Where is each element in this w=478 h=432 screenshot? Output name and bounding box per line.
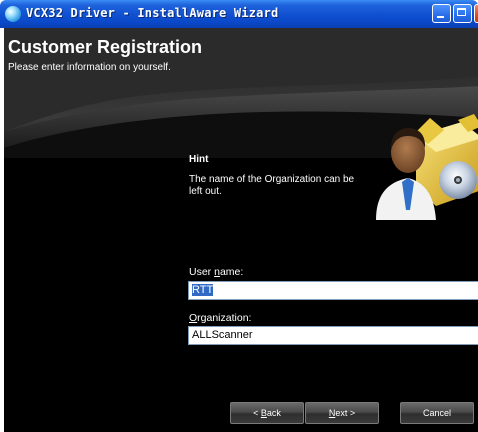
close-button[interactable] <box>474 4 478 23</box>
maximize-button[interactable] <box>453 4 472 23</box>
back-button[interactable]: < Back <box>230 402 304 424</box>
next-button[interactable]: Next > <box>305 402 379 424</box>
cancel-label: Cancel <box>422 408 451 418</box>
organization-label-accel: O <box>189 312 198 324</box>
next-label-post: ext > <box>335 408 356 418</box>
user-name-label-post: ame: <box>219 266 244 278</box>
minimize-button[interactable] <box>432 4 451 23</box>
organization-label: Organization: <box>189 312 251 324</box>
page-title: Customer Registration <box>8 37 203 57</box>
window-title: VCX32 Driver - InstallAware Wizard <box>26 6 279 20</box>
user-name-input[interactable]: RTT <box>188 281 478 300</box>
cancel-button[interactable]: Cancel <box>400 402 474 424</box>
back-label-pre: < <box>253 408 261 418</box>
user-name-label-pre: User <box>189 266 215 278</box>
page-subtitle: Please enter information on yourself. <box>8 62 171 73</box>
hint-text: The name of the Organization can be left… <box>189 174 355 197</box>
user-name-label: User name: <box>189 266 243 278</box>
back-label-post: ack <box>266 408 281 418</box>
hint-title: Hint <box>189 154 209 165</box>
user-with-software-box-illustration <box>376 114 478 220</box>
organization-value: ALLScanner <box>192 329 253 341</box>
organization-input[interactable]: ALLScanner <box>188 326 478 345</box>
wizard-panel: Customer Registration Please enter infor… <box>4 28 478 432</box>
organization-label-post: rganization: <box>197 312 252 324</box>
maximize-icon <box>457 8 466 16</box>
title-bar[interactable]: VCX32 Driver - InstallAware Wizard <box>0 0 478 28</box>
app-icon[interactable] <box>5 6 21 22</box>
minimize-icon <box>437 16 444 18</box>
installer-window: VCX32 Driver - InstallAware Wizard Custo… <box>0 0 478 432</box>
user-name-value: RTT <box>192 284 214 296</box>
